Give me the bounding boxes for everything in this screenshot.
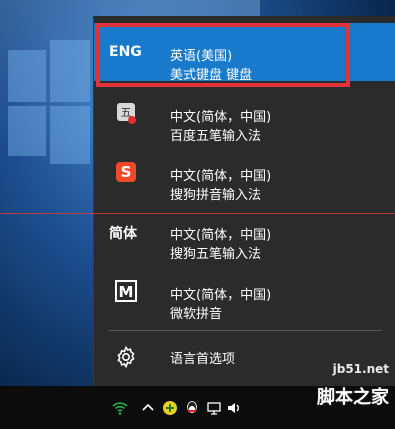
- windows-logo-pane: [8, 106, 46, 156]
- add-icon[interactable]: [162, 400, 178, 416]
- sogou-icon: S: [116, 162, 136, 182]
- network-icon[interactable]: [206, 400, 222, 416]
- windows-logo-pane: [50, 40, 90, 102]
- red-guide-line: [0, 213, 395, 214]
- gear-icon: [117, 345, 135, 369]
- windows-logo-pane: [8, 50, 46, 102]
- language-name: 中文(简体，中国): [170, 169, 272, 184]
- language-item-sogou-wubi[interactable]: 简体 中文(简体，中国) 搜狗五笔输入法: [94, 202, 395, 262]
- microsoft-pinyin-icon: M: [115, 280, 137, 302]
- watermark-site: jb51.net: [332, 362, 389, 376]
- language-name: 中文(简体，中国): [170, 110, 272, 125]
- language-item-microsoft-pinyin[interactable]: M 中文(简体，中国) 微软拼音: [94, 262, 395, 322]
- input-mode-text: 简体: [109, 226, 137, 242]
- preferences-label: 语言首选项: [170, 352, 236, 367]
- svg-text:M: M: [119, 283, 134, 301]
- wifi-icon[interactable]: [112, 400, 128, 416]
- keyboard-layout: 搜狗五笔输入法: [170, 247, 262, 262]
- divider: [108, 330, 382, 331]
- baidu-wubi-icon: 五: [117, 103, 136, 124]
- watermark-text: 脚本之家: [317, 387, 389, 408]
- language-name: 中文(简体，中国): [170, 288, 272, 303]
- language-item-baidu-wubi[interactable]: 五 中文(简体，中国) 百度五笔输入法: [94, 84, 395, 144]
- qq-icon[interactable]: [184, 400, 200, 416]
- chevron-up-icon[interactable]: [140, 400, 156, 416]
- speaker-icon[interactable]: [226, 400, 242, 416]
- keyboard-layout: 搜狗拼音输入法: [170, 188, 262, 203]
- highlight-box: [96, 23, 350, 87]
- language-item-sogou-pinyin[interactable]: S 中文(简体，中国) 搜狗拼音输入法: [94, 143, 395, 203]
- keyboard-layout: 微软拼音: [170, 307, 223, 322]
- language-name: 中文(简体，中国): [170, 228, 272, 243]
- windows-logo-pane: [50, 106, 90, 164]
- svg-text:S: S: [121, 163, 132, 181]
- keyboard-layout: 百度五笔输入法: [170, 129, 262, 144]
